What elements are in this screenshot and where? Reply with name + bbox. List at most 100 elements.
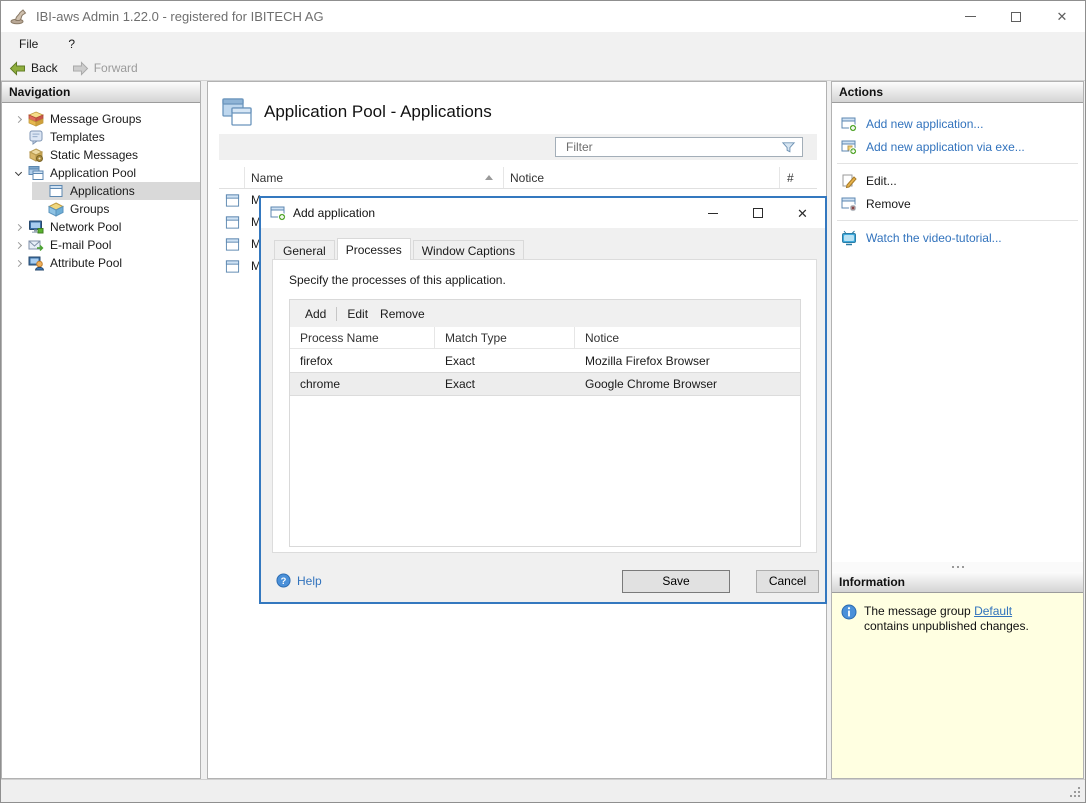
tab-window-captions[interactable]: Window Captions <box>412 240 525 259</box>
cancel-button[interactable]: Cancel <box>756 570 819 593</box>
page-title: Application Pool - Applications <box>264 102 492 121</box>
name-column-header[interactable]: Name <box>245 167 504 188</box>
groups-icon <box>48 202 64 217</box>
add-application-dialog-icon <box>270 206 286 221</box>
expand-chevron[interactable] <box>11 115 25 124</box>
menu-toolbar-band: File ? Back Forward <box>1 32 1085 81</box>
remove-process-button[interactable]: Remove <box>374 304 431 324</box>
sidebar-item-templates[interactable]: Templates <box>2 128 200 146</box>
dialog-minimize-button[interactable] <box>690 198 735 228</box>
panel-splitter-handle[interactable] <box>832 562 1083 572</box>
name-column-label: Name <box>251 170 284 185</box>
action-label: Add new application... <box>866 116 984 131</box>
filter-funnel-icon[interactable] <box>781 140 796 155</box>
sidebar-item-application-pool[interactable]: Application Pool <box>2 164 200 182</box>
close-button[interactable]: ✕ <box>1039 1 1085 32</box>
default-message-group-link[interactable]: Default <box>974 604 1012 618</box>
dialog-close-button[interactable]: ✕ <box>780 198 825 228</box>
dialog-maximize-button[interactable] <box>735 198 780 228</box>
tab-general[interactable]: General <box>274 240 335 259</box>
resize-grip[interactable] <box>1070 787 1082 799</box>
remove-icon <box>841 197 857 212</box>
back-button[interactable]: Back <box>9 60 58 76</box>
notice-column-label: Notice <box>510 170 545 185</box>
processes-table-header: Process Name Match Type Notice <box>290 327 800 349</box>
sidebar-item-label: Application Pool <box>50 166 137 180</box>
information-header: Information <box>832 572 1083 593</box>
maximize-button[interactable] <box>993 1 1039 32</box>
navigation-tree: Message Groups Templates Static Messages… <box>2 103 200 272</box>
process-name-cell: chrome <box>300 377 341 391</box>
sidebar-item-attribute-pool[interactable]: Attribute Pool <box>2 254 200 272</box>
actions-list: Add new application... Add new applicati… <box>832 103 1083 562</box>
process-name-column-header[interactable]: Process Name <box>290 327 435 348</box>
count-column-label: # <box>787 170 794 185</box>
svg-text:?: ? <box>281 576 287 586</box>
menu-help[interactable]: ? <box>66 35 77 53</box>
information-message: The message group Default contains unpub… <box>864 604 1052 778</box>
collapse-chevron[interactable] <box>11 168 25 176</box>
filter-bar <box>219 134 817 160</box>
maximize-icon <box>752 208 763 218</box>
tab-processes[interactable]: Processes <box>336 238 411 260</box>
help-link[interactable]: ? Help <box>276 573 322 588</box>
sidebar-item-label: Templates <box>50 130 105 144</box>
application-window-icon <box>225 215 239 229</box>
info-icon <box>841 604 857 620</box>
minimize-icon <box>964 16 976 17</box>
application-pool-icon <box>28 166 44 180</box>
sidebar-item-network-pool[interactable]: Network Pool <box>2 218 200 236</box>
add-new-application-via-exe-action[interactable]: Add new application via exe... <box>832 135 1083 158</box>
sidebar-item-static-messages[interactable]: Static Messages <box>2 146 200 164</box>
add-process-button[interactable]: Add <box>299 304 332 324</box>
watch-video-tutorial-action[interactable]: Watch the video-tutorial... <box>832 226 1083 249</box>
edit-process-button[interactable]: Edit <box>341 304 374 324</box>
forward-icon <box>72 60 88 76</box>
information-panel: The message group Default contains unpub… <box>832 593 1083 778</box>
processes-description: Specify the processes of this applicatio… <box>289 273 506 287</box>
match-type-cell: Exact <box>445 377 476 391</box>
right-panel: Actions Add new application... Add new a… <box>831 81 1084 779</box>
help-icon: ? <box>276 573 291 588</box>
edit-action[interactable]: Edit... <box>832 169 1083 192</box>
match-type-column-header[interactable]: Match Type <box>435 327 575 348</box>
icon-column-header[interactable] <box>219 167 245 188</box>
info-text-after: contains unpublished changes. <box>864 619 1029 633</box>
filter-box <box>555 137 803 157</box>
count-column-header[interactable]: # <box>780 167 817 188</box>
expand-chevron[interactable] <box>11 223 25 232</box>
notice-column-header[interactable]: Notice <box>575 327 800 348</box>
process-name-cell: firefox <box>300 353 333 368</box>
expand-chevron[interactable] <box>11 241 25 250</box>
back-icon <box>9 60 25 76</box>
network-pool-icon <box>29 220 44 234</box>
processes-tab-page: Specify the processes of this applicatio… <box>272 259 817 553</box>
sidebar-item-message-groups[interactable]: Message Groups <box>2 110 200 128</box>
menu-file[interactable]: File <box>17 35 40 53</box>
sidebar-item-email-pool[interactable]: E-mail Pool <box>2 236 200 254</box>
email-pool-icon <box>28 240 44 251</box>
app-logo-icon <box>10 8 27 24</box>
remove-action[interactable]: Remove <box>832 192 1083 215</box>
sidebar-item-applications[interactable]: Applications <box>2 182 200 200</box>
filter-input[interactable] <box>556 140 781 154</box>
actions-header: Actions <box>832 82 1083 103</box>
navigation-header: Navigation <box>2 82 200 103</box>
sidebar-item-label: Applications <box>70 184 135 198</box>
notice-column-header[interactable]: Notice <box>504 167 780 188</box>
close-icon: ✕ <box>797 205 808 221</box>
expand-chevron[interactable] <box>11 259 25 268</box>
processes-listbox: Add Edit Remove Process Name Match Type … <box>289 299 801 547</box>
maximize-icon <box>1011 11 1021 22</box>
process-row-firefox[interactable]: firefox Exact Mozilla Firefox Browser <box>290 349 800 372</box>
dialog-title: Add application <box>293 206 376 220</box>
save-button[interactable]: Save <box>622 570 730 593</box>
actions-separator <box>837 220 1078 221</box>
forward-button[interactable]: Forward <box>72 60 138 76</box>
minimize-button[interactable] <box>947 1 993 32</box>
sidebar-item-groups[interactable]: Groups <box>2 200 200 218</box>
sidebar-item-label: Attribute Pool <box>50 256 123 270</box>
process-row-chrome[interactable]: chrome Exact Google Chrome Browser <box>290 372 800 396</box>
close-icon: ✕ <box>1056 9 1068 24</box>
add-new-application-action[interactable]: Add new application... <box>832 112 1083 135</box>
